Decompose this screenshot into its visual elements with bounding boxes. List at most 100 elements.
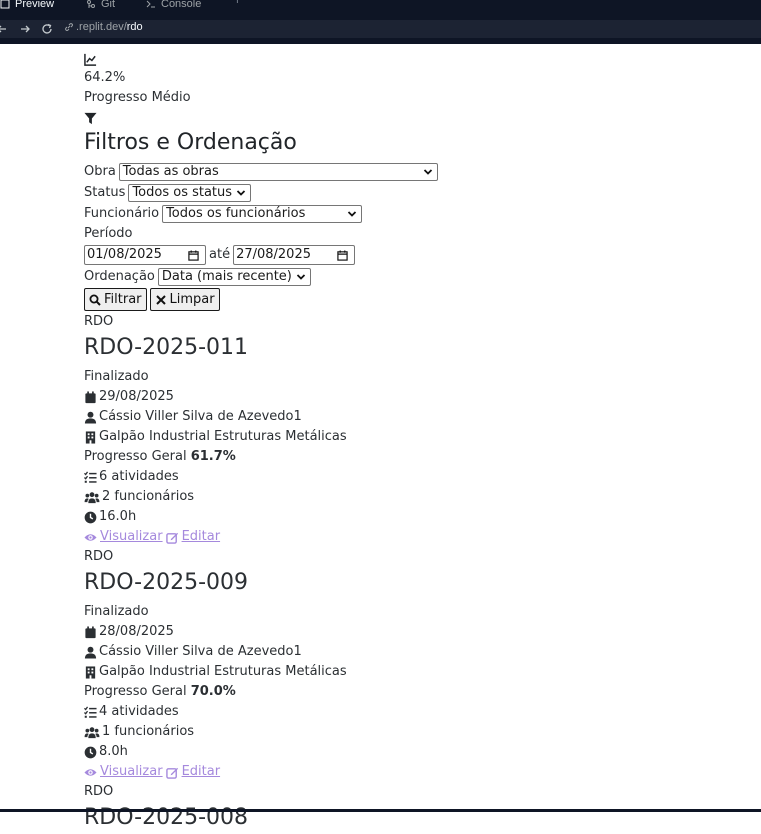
- funcionario-row: Funcionário Todos os funcionários: [84, 203, 744, 224]
- rdo-progress-row: Progresso Geral 70.0%: [84, 682, 744, 702]
- building-icon: [85, 665, 96, 679]
- eye-icon: [84, 768, 97, 776]
- clear-button-label: Limpar: [169, 291, 215, 307]
- funcionario-select[interactable]: Todos os funcionários: [162, 204, 363, 223]
- status-label: Status: [84, 184, 126, 200]
- calendar-icon: [85, 625, 96, 638]
- rdo-hours-row: 8.0h: [84, 742, 744, 762]
- tab-preview[interactable]: Preview: [0, 0, 54, 14]
- date-to-value: 27/08/2025: [236, 247, 311, 262]
- rdo-progress-value: 70.0%: [190, 684, 236, 699]
- rdo-date-row: 28/08/2025: [84, 622, 744, 642]
- console-icon: [146, 0, 155, 8]
- date-to-input[interactable]: 27/08/2025: [233, 245, 356, 265]
- periodo-row: 01/08/2025 até 27/08/2025: [84, 244, 744, 266]
- page-content: 64.2% Progresso Médio Filtros e Ordenaçã…: [84, 50, 744, 834]
- url-path: rdo: [126, 21, 143, 33]
- filters-title: Filtros e Ordenação: [84, 130, 297, 155]
- url-field[interactable]: .replit.dev/rdo: [64, 21, 143, 33]
- edit-link-label: Editar: [181, 529, 221, 544]
- tab-git[interactable]: Git: [86, 0, 115, 14]
- rdo-card: RDO RDO-2025-011 Finalizado 29/08/2025 C…: [84, 312, 744, 547]
- obra-label: Obra: [84, 163, 116, 179]
- stat-value: 64.2%: [84, 70, 126, 85]
- forward-icon[interactable]: [19, 23, 31, 35]
- obra-select-value: Todas as obras: [122, 163, 219, 179]
- user-icon: [84, 411, 97, 424]
- edit-link[interactable]: Editar: [165, 527, 221, 547]
- tab-console[interactable]: Console: [146, 0, 201, 14]
- back-icon[interactable]: [0, 23, 8, 35]
- edit-link[interactable]: Editar: [165, 762, 220, 782]
- reload-icon[interactable]: [41, 23, 53, 35]
- rdo-progress-row: Progresso Geral 61.7%: [84, 447, 744, 467]
- rdo-kind: RDO: [84, 314, 114, 329]
- ordenacao-select[interactable]: Data (mais recente): [157, 267, 311, 286]
- filter-button-label: Filtrar: [104, 291, 142, 307]
- funcionario-select-value: Todos os funcionários: [166, 205, 306, 221]
- edit-icon: [165, 532, 178, 544]
- date-from-value: 01/08/2025: [87, 247, 162, 262]
- rdo-progress-value: 61.7%: [190, 449, 236, 464]
- stat-label: Progresso Médio: [84, 90, 191, 105]
- chrome-divider: [0, 38, 761, 44]
- rdo-activities: 6 atividades: [99, 469, 179, 484]
- eye-icon: [84, 533, 97, 541]
- search-icon: [89, 294, 101, 306]
- rdo-workers-row: 1 funcionários: [84, 722, 744, 742]
- browser-tab-bar: Preview Git Console +: [0, 0, 761, 20]
- rdo-workers: 2 funcionários: [102, 489, 195, 504]
- chevron-down-icon: [423, 168, 432, 175]
- user-icon: [84, 646, 97, 659]
- chevron-down-icon: [296, 273, 306, 280]
- rdo-activities-row: 4 atividades: [84, 702, 744, 722]
- rdo-employee: Cássio Viller Silva de Azevedo1: [99, 644, 302, 659]
- users-icon: [84, 491, 100, 503]
- rdo-employee: Cássio Viller Silva de Azevedo1: [99, 409, 302, 424]
- tasks-icon: [84, 471, 97, 483]
- tab-label: Git: [101, 0, 116, 10]
- view-link[interactable]: Visualizar: [84, 527, 163, 547]
- obra-row: Obra Todas as obras: [84, 161, 744, 182]
- rdo-workers-row: 2 funcionários: [84, 487, 744, 507]
- rdo-site-row: Galpão Industrial Estruturas Metálicas: [84, 427, 744, 447]
- rdo-date: 29/08/2025: [99, 389, 174, 404]
- tab-label: Preview: [15, 0, 55, 10]
- obra-select[interactable]: Todas as obras: [118, 162, 438, 181]
- git-icon: [87, 0, 95, 8]
- rdo-hours: 8.0h: [99, 744, 128, 759]
- rdo-activities-row: 6 atividades: [84, 467, 744, 487]
- browser-url-bar: .replit.dev/rdo: [0, 20, 761, 38]
- rdo-employee-row: Cássio Viller Silva de Azevedo1: [84, 642, 744, 662]
- ordenacao-select-value: Data (mais recente): [161, 268, 292, 284]
- calendar-icon: [337, 249, 348, 261]
- rdo-actions: Visualizar Editar: [84, 762, 744, 782]
- clock-icon: [84, 511, 97, 523]
- view-link[interactable]: Visualizar: [84, 762, 163, 782]
- status-row: Status Todos os status: [84, 182, 744, 203]
- rdo-hours-row: 16.0h: [84, 507, 744, 527]
- filter-icon-row: [84, 108, 744, 128]
- clock-icon: [84, 746, 97, 758]
- calendar-icon: [85, 390, 96, 403]
- rdo-site-row: Galpão Industrial Estruturas Metálicas: [84, 662, 744, 682]
- rdo-card: RDO RDO-2025-009 Finalizado 28/08/2025 C…: [84, 547, 744, 782]
- rdo-kind: RDO: [84, 784, 114, 799]
- calendar-icon: [188, 249, 199, 261]
- rdo-progress-label: Progresso Geral: [84, 684, 187, 699]
- rdo-actions: Visualizar Editar: [84, 527, 744, 547]
- clear-button[interactable]: Limpar: [149, 288, 220, 311]
- new-tab-icon[interactable]: +: [232, 0, 243, 7]
- rdo-number: RDO-2025-009: [84, 570, 249, 595]
- close-icon: [155, 294, 166, 305]
- status-select[interactable]: Todos os status: [128, 183, 252, 202]
- periodo-label: Período: [84, 226, 133, 241]
- rdo-workers: 1 funcionários: [102, 724, 195, 739]
- rdo-activities: 4 atividades: [99, 704, 179, 719]
- filter-button[interactable]: Filtrar: [84, 288, 147, 311]
- chevron-down-icon: [236, 189, 246, 196]
- chart-line-icon: [84, 53, 97, 66]
- rdo-number: RDO-2025-008: [84, 805, 249, 830]
- date-from-input[interactable]: 01/08/2025: [84, 245, 206, 265]
- rdo-site: Galpão Industrial Estruturas Metálicas: [99, 429, 347, 444]
